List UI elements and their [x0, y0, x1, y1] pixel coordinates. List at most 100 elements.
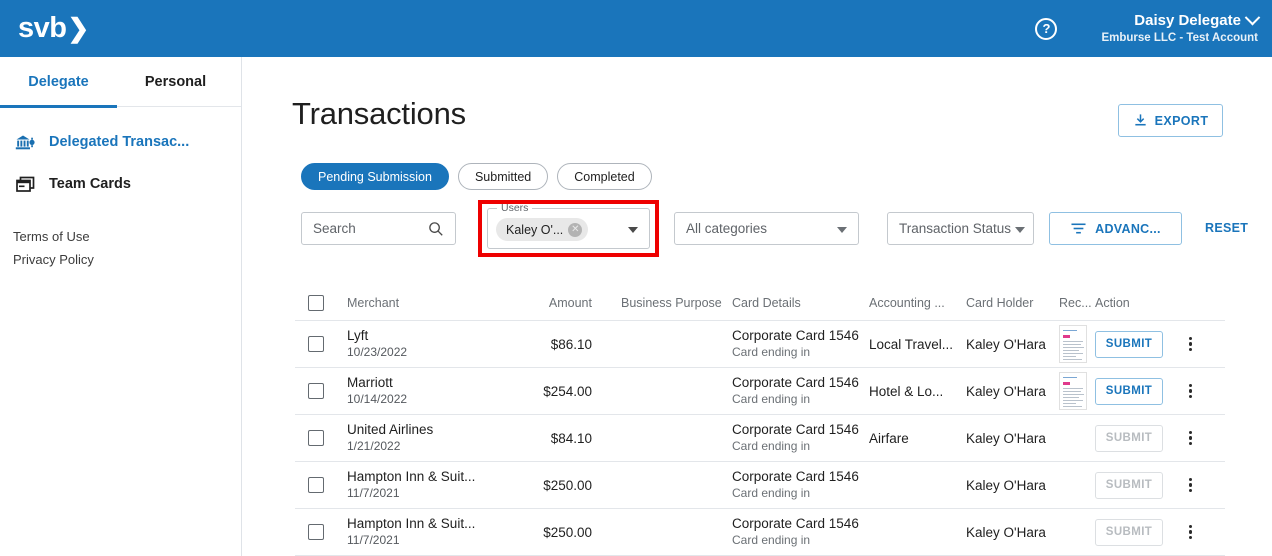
chip-submitted[interactable]: Submitted	[457, 163, 549, 190]
cell-card-holder: Kaley O'Hara	[966, 430, 1046, 446]
user-org-label: Emburse LLC - Test Account	[1101, 31, 1258, 44]
card-name: Corporate Card 1546	[732, 469, 859, 484]
row-select-cell	[295, 383, 347, 399]
cell-receipt	[1059, 372, 1095, 410]
cell-card-holder: Kaley O'Hara	[966, 336, 1046, 352]
sidebar-nav: Delegated Transac... Team Cards	[0, 107, 241, 205]
cell-merchant: Marriott 10/14/2022	[347, 374, 522, 408]
user-name-label: Daisy Delegate	[1134, 11, 1241, 29]
export-label: EXPORT	[1154, 113, 1209, 128]
table-row[interactable]: Marriott 10/14/2022 $254.00 Corporate Ca…	[295, 368, 1225, 415]
cell-merchant: Lyft 10/23/2022	[347, 327, 522, 361]
table-row[interactable]: Hampton Inn & Suit... 11/7/2021 $250.00 …	[295, 509, 1225, 556]
row-checkbox[interactable]	[308, 336, 324, 352]
cell-action: SUBMIT	[1095, 424, 1225, 452]
cell-amount: $250.00	[543, 477, 592, 493]
sidebar-item-team-cards[interactable]: Team Cards	[0, 163, 241, 205]
cell-card-holder: Kaley O'Hara	[966, 477, 1046, 493]
card-name: Corporate Card 1546	[732, 375, 859, 390]
table-row[interactable]: Hampton Inn & Suit... 11/7/2021 $250.00 …	[295, 462, 1225, 509]
column-header-amount[interactable]: Amount	[522, 296, 592, 310]
transaction-date: 10/23/2022	[347, 345, 408, 359]
svb-logo-chevron-icon: ❯	[67, 13, 89, 43]
cell-merchant: Hampton Inn & Suit... 11/7/2021	[347, 515, 522, 549]
card-name: Corporate Card 1546	[732, 328, 859, 343]
cell-merchant: Hampton Inn & Suit... 11/7/2021	[347, 468, 522, 502]
search-input[interactable]: Search	[301, 212, 456, 245]
column-header-receipt[interactable]: Rec...	[1059, 296, 1095, 310]
row-checkbox[interactable]	[308, 524, 324, 540]
chip-completed[interactable]: Completed	[557, 163, 652, 190]
cell-card-details: Corporate Card 1546 Card ending in	[732, 515, 869, 549]
merchant-name: Hampton Inn & Suit...	[347, 469, 476, 484]
users-filter-dropdown[interactable]: Users Kaley O'... ✕	[487, 202, 650, 249]
cell-action: SUBMIT	[1095, 471, 1225, 499]
users-filter-legend: Users	[497, 202, 533, 214]
column-header-business-purpose[interactable]: Business Purpose	[592, 296, 732, 310]
svb-transactions-page: svb ❯ ? Daisy Delegate Emburse LLC - Test…	[0, 0, 1272, 556]
categories-filter-dropdown[interactable]: All categories	[674, 212, 859, 245]
tab-delegate[interactable]: Delegate	[0, 57, 117, 108]
cell-action: SUBMIT	[1095, 377, 1225, 405]
svb-logo-text: svb	[18, 12, 67, 44]
transaction-date: 1/21/2022	[347, 439, 401, 453]
chip-pending-submission[interactable]: Pending Submission	[301, 163, 449, 190]
search-placeholder: Search	[313, 221, 356, 236]
row-more-menu-icon[interactable]	[1185, 334, 1196, 355]
cell-merchant: United Airlines 1/21/2022	[347, 421, 522, 455]
card-name: Corporate Card 1546	[732, 422, 859, 437]
column-header-card-holder[interactable]: Card Holder	[966, 296, 1059, 310]
user-name-row: Daisy Delegate	[1101, 9, 1261, 30]
receipt-thumbnail[interactable]	[1059, 325, 1087, 363]
reset-filters-button[interactable]: RESET	[1205, 221, 1248, 235]
row-more-menu-icon[interactable]	[1185, 475, 1196, 496]
card-ending-label: Card ending in	[732, 533, 811, 547]
column-header-accounting[interactable]: Accounting ...	[869, 296, 966, 310]
row-checkbox[interactable]	[308, 477, 324, 493]
help-icon[interactable]: ?	[1035, 17, 1058, 40]
row-more-menu-icon[interactable]	[1185, 381, 1196, 402]
advanced-filter-label: ADVANC...	[1095, 221, 1161, 236]
download-icon	[1134, 114, 1146, 126]
transaction-date: 11/7/2021	[347, 533, 400, 547]
table-body: Lyft 10/23/2022 $86.10 Corporate Card 15…	[295, 321, 1225, 556]
sidebar-item-label: Team Cards	[49, 176, 131, 192]
transaction-status-filter-dropdown[interactable]: Transaction Status	[887, 212, 1034, 245]
card-ending-label: Card ending in	[732, 439, 811, 453]
cell-card-details: Corporate Card 1546 Card ending in	[732, 327, 869, 361]
row-select-cell	[295, 336, 347, 352]
svb-logo[interactable]: svb ❯	[18, 14, 89, 43]
card-ending-label: Card ending in	[732, 486, 811, 500]
link-privacy-policy[interactable]: Privacy Policy	[13, 248, 241, 271]
row-checkbox[interactable]	[308, 430, 324, 446]
row-select-cell	[295, 477, 347, 493]
sidebar-tabs: Delegate Personal	[0, 57, 241, 108]
merchant-name: Marriott	[347, 375, 393, 390]
sidebar-item-delegated-transactions[interactable]: Delegated Transac...	[0, 121, 241, 163]
column-header-merchant[interactable]: Merchant	[347, 296, 522, 310]
team-cards-icon	[13, 173, 37, 195]
cell-accounting: Airfare	[869, 430, 909, 446]
row-more-menu-icon[interactable]	[1185, 522, 1196, 543]
select-all-checkbox[interactable]	[308, 294, 324, 311]
advanced-filter-button[interactable]: ADVANC...	[1049, 212, 1182, 245]
export-button[interactable]: EXPORT	[1118, 104, 1223, 137]
transactions-table: Merchant Amount Business Purpose Card De…	[295, 285, 1225, 556]
column-header-card-details[interactable]: Card Details	[732, 296, 869, 310]
row-select-cell	[295, 430, 347, 446]
row-more-menu-icon[interactable]	[1185, 428, 1196, 449]
card-name: Corporate Card 1546	[732, 516, 859, 531]
row-checkbox[interactable]	[308, 383, 324, 399]
link-terms-of-use[interactable]: Terms of Use	[13, 225, 241, 248]
tab-personal[interactable]: Personal	[117, 57, 234, 107]
remove-user-chip-icon[interactable]: ✕	[568, 222, 583, 237]
transaction-date: 11/7/2021	[347, 486, 400, 500]
table-row[interactable]: United Airlines 1/21/2022 $84.10 Corpora…	[295, 415, 1225, 462]
table-row[interactable]: Lyft 10/23/2022 $86.10 Corporate Card 15…	[295, 321, 1225, 368]
transaction-date: 10/14/2022	[347, 392, 408, 406]
cell-card-details: Corporate Card 1546 Card ending in	[732, 468, 869, 502]
submit-button[interactable]: SUBMIT	[1095, 330, 1163, 358]
submit-button[interactable]: SUBMIT	[1095, 377, 1163, 405]
receipt-thumbnail[interactable]	[1059, 372, 1087, 410]
user-account-menu[interactable]: Daisy Delegate Emburse LLC - Test Accoun…	[1101, 9, 1261, 46]
